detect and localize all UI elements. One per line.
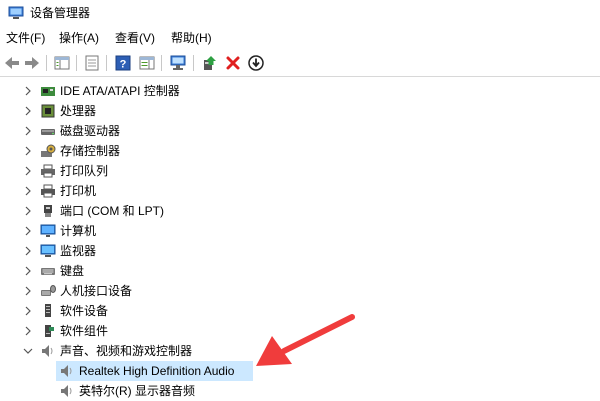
ide-controller-icon <box>41 87 55 96</box>
tree-item-ide[interactable]: IDE ATA/ATAPI 控制器 <box>0 81 600 101</box>
menu-file[interactable]: 文件(F) <box>6 31 45 45</box>
tree-item-label: 英特尔(R) 显示器音频 <box>79 384 195 398</box>
download-driver-icon[interactable] <box>246 53 266 73</box>
scan-hardware-changes-icon[interactable] <box>168 53 188 73</box>
chevron-right-icon[interactable] <box>22 165 34 177</box>
tree-item-label: 软件组件 <box>60 324 109 338</box>
chevron-right-icon[interactable] <box>22 145 34 157</box>
chevron-right-icon[interactable] <box>22 305 34 317</box>
tree-item-label: 打印队列 <box>60 164 109 178</box>
chevron-right-icon[interactable] <box>22 225 34 237</box>
disk-drive-icon <box>41 129 55 135</box>
tree-item-ports[interactable]: 端口 (COM 和 LPT) <box>0 201 600 221</box>
menu-help[interactable]: 帮助(H) <box>171 31 212 45</box>
back-arrow-icon[interactable] <box>2 53 22 73</box>
chevron-right-icon[interactable] <box>22 205 34 217</box>
chevron-right-icon[interactable] <box>22 85 34 97</box>
menu-bar: 文件(F) 操作(A) 查看(V) 帮助(H) <box>0 27 600 49</box>
tree-item-disk-drives[interactable]: 磁盘驱动器 <box>0 121 600 141</box>
window-title: 设备管理器 <box>30 6 91 20</box>
toolbar-separator <box>161 55 162 71</box>
tree-item-printers[interactable]: 打印机 <box>0 181 600 201</box>
tree-item-label: 软件设备 <box>60 304 109 318</box>
tree-item-print-queues[interactable]: 打印队列 <box>0 161 600 181</box>
computer-icon <box>40 224 56 237</box>
tree-item-label: 声音、视频和游戏控制器 <box>60 344 193 358</box>
tree-item-label: 打印机 <box>60 184 97 198</box>
tree-item-keyboards[interactable]: 键盘 <box>0 261 600 281</box>
speaker-icon <box>61 365 72 377</box>
print-queue-icon <box>41 164 55 178</box>
chevron-right-icon[interactable] <box>22 245 34 257</box>
monitor-icon <box>40 244 56 257</box>
chevron-down-icon[interactable] <box>22 345 34 357</box>
speaker-icon <box>61 385 72 397</box>
tree-child-intel-display-audio[interactable]: 英特尔(R) 显示器音频 <box>0 381 600 401</box>
tree-child-realtek-audio[interactable]: Realtek High Definition Audio <box>0 361 600 381</box>
tree-item-label: Realtek High Definition Audio <box>79 364 235 378</box>
chevron-right-icon[interactable] <box>22 105 34 117</box>
chevron-right-icon[interactable] <box>22 325 34 337</box>
toolbar: ? <box>0 50 600 77</box>
tree-item-computer[interactable]: 计算机 <box>0 221 600 241</box>
uninstall-device-icon[interactable] <box>223 53 243 73</box>
tree-item-software-components[interactable]: 软件组件 <box>0 321 600 341</box>
tree-item-hid[interactable]: 人机接口设备 <box>0 281 600 301</box>
help-icon[interactable]: ? <box>113 53 133 73</box>
forward-arrow-icon[interactable] <box>22 53 42 73</box>
software-component-icon <box>45 325 54 337</box>
toolbar-separator <box>76 55 77 71</box>
toolbar-separator <box>106 55 107 71</box>
action-pane-icon[interactable] <box>137 53 157 73</box>
toolbar-separator <box>193 55 194 71</box>
speaker-icon <box>42 345 53 357</box>
processor-icon <box>41 104 55 118</box>
tree-item-label: 磁盘驱动器 <box>60 124 121 138</box>
menu-view[interactable]: 查看(V) <box>115 31 155 45</box>
toolbar-separator <box>46 55 47 71</box>
show-hide-console-tree-icon[interactable] <box>52 53 72 73</box>
chevron-right-icon[interactable] <box>22 125 34 137</box>
storage-controller-icon <box>41 144 56 157</box>
tree-item-label: 键盘 <box>60 264 85 278</box>
tree-item-label: 计算机 <box>60 224 97 238</box>
svg-text:?: ? <box>120 59 127 71</box>
tree-item-storage-controllers[interactable]: 存储控制器 <box>0 141 600 161</box>
tree-item-label: IDE ATA/ATAPI 控制器 <box>60 84 180 98</box>
port-icon <box>44 205 52 217</box>
hid-icon <box>41 285 56 296</box>
tree-item-label: 监视器 <box>60 244 97 258</box>
device-manager-icon <box>8 6 24 20</box>
tree-item-label: 存储控制器 <box>60 144 121 158</box>
tree-item-label: 人机接口设备 <box>60 284 133 298</box>
menu-action[interactable]: 操作(A) <box>59 31 99 45</box>
tree-item-processor[interactable]: 处理器 <box>0 101 600 121</box>
chevron-right-icon[interactable] <box>22 185 34 197</box>
tree-item-label: 端口 (COM 和 LPT) <box>60 204 164 218</box>
properties-icon[interactable] <box>82 53 102 73</box>
tree-item-monitors[interactable]: 监视器 <box>0 241 600 261</box>
chevron-right-icon[interactable] <box>22 285 34 297</box>
title-bar: 设备管理器 <box>0 0 600 27</box>
tree-item-sound-video-game[interactable]: 声音、视频和游戏控制器 <box>0 341 600 361</box>
chevron-right-icon[interactable] <box>22 265 34 277</box>
keyboard-icon <box>41 268 55 275</box>
tree-item-label: 处理器 <box>60 104 97 118</box>
tree-item-software-devices[interactable]: 软件设备 <box>0 301 600 321</box>
software-device-icon <box>45 304 51 317</box>
printer-icon <box>41 184 55 198</box>
update-driver-icon[interactable] <box>199 53 219 73</box>
